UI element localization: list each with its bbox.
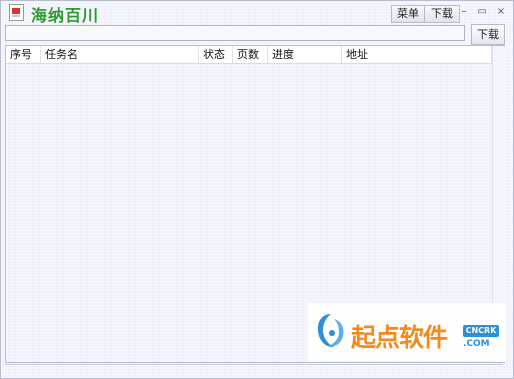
column-header-progress[interactable]: 进度	[268, 46, 342, 63]
watermark-domain: .COM	[463, 339, 490, 349]
download-menu-button[interactable]: 下载	[424, 5, 460, 23]
maximize-icon[interactable]: ▭	[476, 5, 488, 19]
app-document-icon	[9, 4, 24, 21]
watermark-badge: CNCRK	[463, 325, 499, 337]
watermark-logo: 起点软件 CNCRK .COM	[308, 303, 506, 361]
menu-button[interactable]: 菜单	[391, 5, 425, 23]
status-bar	[5, 364, 503, 375]
title-bar[interactable]: 海纳百川 菜单 下载 – ▭ ×	[1, 1, 513, 25]
minimize-icon[interactable]: –	[458, 5, 470, 19]
column-header-index[interactable]: 序号	[6, 46, 41, 63]
list-header: 序号 任务名 状态 页数 进度 地址	[6, 46, 492, 64]
app-title: 海纳百川	[31, 6, 100, 25]
watermark-text: 起点软件	[351, 323, 448, 352]
column-header-address[interactable]: 地址	[342, 46, 492, 63]
column-header-task-name[interactable]: 任务名	[41, 46, 199, 63]
cncrk-logo-icon	[317, 314, 344, 348]
download-button[interactable]: 下载	[471, 24, 505, 45]
column-header-pages[interactable]: 页数	[233, 46, 268, 63]
url-input[interactable]	[5, 25, 465, 41]
close-icon[interactable]: ×	[495, 5, 507, 19]
main-window: 海纳百川 菜单 下载 – ▭ × 下载 序号 任务名 状态 页数 进度 地址 起…	[0, 0, 514, 379]
column-header-status[interactable]: 状态	[199, 46, 233, 63]
